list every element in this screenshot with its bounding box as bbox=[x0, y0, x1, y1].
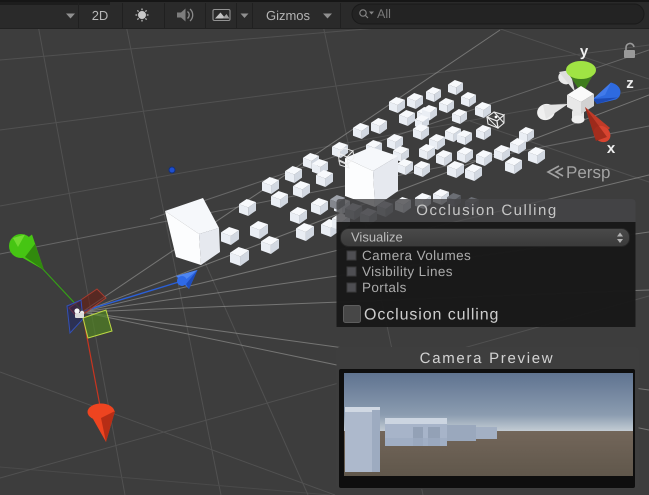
svg-text:Visibility Lines: Visibility Lines bbox=[362, 264, 453, 279]
svg-text:All: All bbox=[377, 7, 391, 21]
svg-text:Persp: Persp bbox=[566, 163, 610, 182]
svg-text:Portals: Portals bbox=[362, 280, 407, 295]
svg-text:Visualize: Visualize bbox=[351, 230, 403, 245]
svg-text:y: y bbox=[580, 43, 589, 60]
svg-text:2D: 2D bbox=[92, 8, 109, 23]
svg-text:z: z bbox=[626, 75, 634, 92]
svg-text:Occlusion culling: Occlusion culling bbox=[364, 307, 499, 324]
svg-text:Camera Preview: Camera Preview bbox=[420, 350, 555, 367]
svg-text:Gizmos: Gizmos bbox=[266, 8, 311, 23]
svg-text:Camera Volumes: Camera Volumes bbox=[362, 248, 471, 263]
svg-text:x: x bbox=[607, 140, 616, 157]
svg-text:Occlusion Culling: Occlusion Culling bbox=[416, 202, 557, 219]
